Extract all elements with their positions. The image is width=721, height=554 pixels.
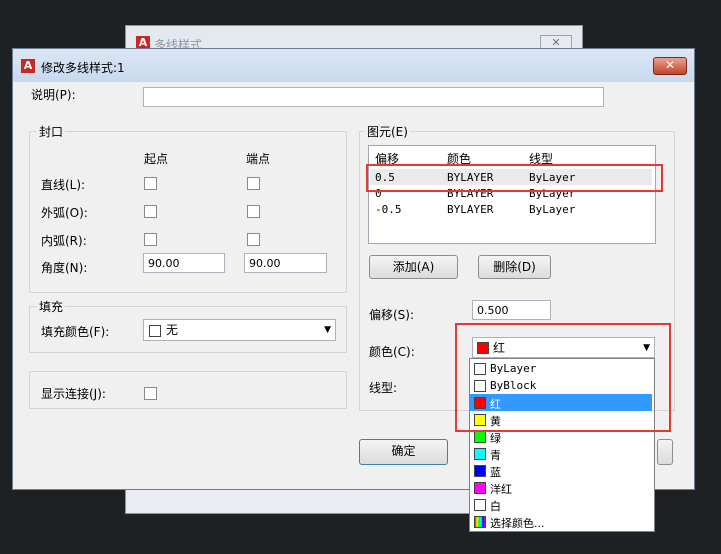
swatch-icon <box>474 448 486 460</box>
elements-list[interactable]: 偏移 颜色 线型 0.5 BYLAYER ByLayer 0 BYLAYER B… <box>368 145 656 244</box>
dialog-title: 修改多线样式:1 <box>41 61 125 75</box>
row-linetype: ByLayer <box>529 203 576 216</box>
angle-label: 角度(N): <box>41 261 88 275</box>
description-input[interactable] <box>143 87 604 107</box>
swatch-icon <box>474 499 486 511</box>
offset-input[interactable]: 0.500 <box>472 300 551 320</box>
color-option-blue[interactable]: 蓝 <box>470 462 652 479</box>
description-label: 说明(P): <box>31 88 76 102</box>
swatch-icon <box>474 465 486 477</box>
outer-arc-end-checkbox[interactable] <box>247 205 260 218</box>
row-color: BYLAYER <box>447 203 494 216</box>
fill-color-label: 填充颜色(F): <box>41 325 110 339</box>
caps-start-header: 起点 <box>144 152 169 166</box>
line-label: 直线(L): <box>41 178 86 192</box>
chevron-down-icon: ▼ <box>324 325 331 335</box>
autocad-logo-icon: A <box>21 59 35 73</box>
table-row[interactable]: -0.5 BYLAYER ByLayer <box>370 201 652 217</box>
show-joints-checkbox[interactable] <box>144 387 157 400</box>
inner-arc-label: 内弧(R): <box>41 234 87 248</box>
inner-arc-end-checkbox[interactable] <box>247 233 260 246</box>
option-label: 蓝 <box>490 466 501 479</box>
option-label: 洋红 <box>490 483 512 496</box>
inner-arc-start-checkbox[interactable] <box>144 233 157 246</box>
color-option-magenta[interactable]: 洋红 <box>470 479 652 496</box>
partial-button[interactable] <box>657 439 673 465</box>
add-button[interactable]: 添加(A) <box>369 255 458 279</box>
outer-arc-start-checkbox[interactable] <box>144 205 157 218</box>
swatch-icon <box>474 482 486 494</box>
option-label: 青 <box>490 449 501 462</box>
end-angle-input[interactable]: 90.00 <box>244 253 327 273</box>
fill-color-value: 无 <box>166 323 179 337</box>
outer-arc-label: 外弧(O): <box>41 206 88 220</box>
elements-title: 图元(E) <box>365 123 410 140</box>
linetype-label: 线型: <box>369 381 398 395</box>
dialog-close-button[interactable]: ✕ <box>653 57 687 75</box>
ok-button[interactable]: 确定 <box>359 439 448 465</box>
line-start-checkbox[interactable] <box>144 177 157 190</box>
option-label: 选择颜色... <box>490 517 545 530</box>
option-label: 白 <box>490 500 501 513</box>
fill-title: 填充 <box>37 298 66 315</box>
line-end-checkbox[interactable] <box>247 177 260 190</box>
color-palette-icon <box>474 516 486 528</box>
swatch-icon <box>474 431 486 443</box>
caps-title: 封口 <box>37 123 66 140</box>
delete-button[interactable]: 删除(D) <box>478 255 551 279</box>
offset-label: 偏移(S): <box>369 308 415 322</box>
option-label: 绿 <box>490 432 501 445</box>
show-joints-label: 显示连接(J): <box>41 387 106 401</box>
caps-end-header: 端点 <box>246 152 271 166</box>
color-option-select-color[interactable]: 选择颜色... <box>470 513 652 530</box>
color-option-cyan[interactable]: 青 <box>470 445 652 462</box>
color-label: 颜色(C): <box>369 345 415 359</box>
highlight-box <box>455 323 671 432</box>
highlight-box <box>366 164 663 192</box>
start-angle-input[interactable]: 90.00 <box>143 253 225 273</box>
color-option-white[interactable]: 白 <box>470 496 652 513</box>
row-offset: -0.5 <box>375 203 402 216</box>
fill-color-swatch-icon <box>149 325 161 337</box>
fill-color-select[interactable]: 无 ▼ <box>143 319 336 341</box>
